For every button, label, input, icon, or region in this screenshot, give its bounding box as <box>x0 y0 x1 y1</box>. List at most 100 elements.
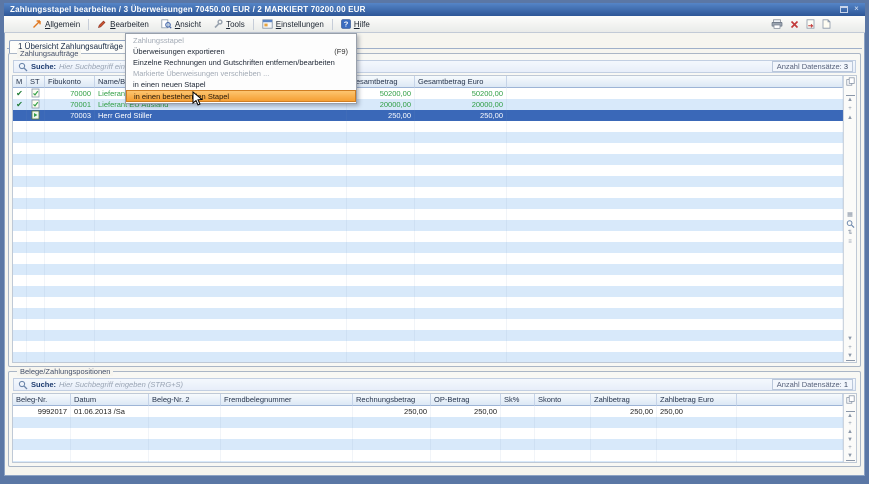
window-titlebar[interactable]: Zahlungsstapel bearbeiten / 3 Überweisun… <box>4 3 865 16</box>
cell-filler <box>507 264 843 275</box>
cell-datum <box>71 428 149 439</box>
menubar-item-tools[interactable]: Tools <box>207 18 251 30</box>
column-header-op_betrag[interactable]: OP-Betrag <box>431 394 501 406</box>
cell-gesamtbetrag <box>347 231 415 242</box>
cell-st <box>27 275 45 286</box>
column-header-datum[interactable]: Datum <box>71 394 149 406</box>
cell-name <box>95 330 347 341</box>
cell-filler <box>507 198 843 209</box>
menu-item[interactable]: in einen bestehenden Stapel <box>126 90 356 102</box>
cell-gesamtbetrag_euro <box>415 253 507 264</box>
cell-filler <box>737 428 843 439</box>
search-rows-icon[interactable] <box>846 219 855 228</box>
filter-rows-icon[interactable]: ≡ <box>846 237 855 246</box>
sort-rows-icon[interactable]: ⇅ <box>846 228 855 237</box>
column-header-rechnungsbetrag[interactable]: Rechnungsbetrag <box>353 394 431 406</box>
doc-play-icon <box>31 110 40 120</box>
search-input[interactable]: Suche: Hier Suchbegriff eingeben (STRG+S… <box>13 378 856 391</box>
scroll-bottom-icon[interactable]: ▼ <box>846 452 855 461</box>
cell-name <box>95 132 347 143</box>
cell-gesamtbetrag_euro <box>415 286 507 297</box>
table-row[interactable]: 999201701.06.2013 /Sa250,00250,00250,002… <box>13 406 843 417</box>
insert-row-icon[interactable]: + <box>846 420 855 428</box>
app-window: Zahlungsstapel bearbeiten / 3 Überweisun… <box>0 0 869 484</box>
scroll-top-icon[interactable]: ▲ <box>846 95 855 104</box>
cell-fremdbelegnummer <box>221 428 353 439</box>
move-down-icon[interactable]: ▼ <box>846 436 855 444</box>
strip-gap <box>846 404 855 411</box>
cell-fibukonto: 70003 <box>45 110 95 121</box>
menubar-item-label: Ansicht <box>175 20 201 29</box>
cell-gesamtbetrag_euro: 250,00 <box>415 110 507 121</box>
cell-name: Herr Gerd Stiller <box>95 110 347 121</box>
menubar: Allgemein Bearbeiten Ansicht Tools Einstellu… <box>4 16 865 33</box>
cell-st <box>27 330 45 341</box>
column-header-sk[interactable]: Sk% <box>501 394 535 406</box>
scroll-top-icon[interactable]: ▲ <box>846 411 855 420</box>
insert-row-icon[interactable]: + <box>846 104 855 113</box>
close-view-icon[interactable] <box>790 20 799 29</box>
cell-beleg_nr2 <box>149 428 221 439</box>
cell-name <box>95 297 347 308</box>
cell-name <box>95 187 347 198</box>
window-close-icon[interactable]: × <box>852 5 861 14</box>
export-doc-icon[interactable] <box>806 19 815 29</box>
cell-beleg_nr2 <box>149 439 221 450</box>
move-up-icon[interactable]: ▲ <box>846 428 855 436</box>
menubar-item-bearbeiten[interactable]: Bearbeiten <box>91 18 155 30</box>
cell-gesamtbetrag_euro <box>415 121 507 132</box>
menu-item[interactable]: Überweisungen exportieren(F9) <box>126 46 356 57</box>
move-up-icon[interactable]: ▲ <box>846 113 855 122</box>
column-header-zahlbetrag[interactable]: Zahlbetrag <box>591 394 657 406</box>
column-header-gesamtbetrag[interactable]: Gesamtbetrag <box>347 76 415 88</box>
cell-zahlbetrag_euro: 250,00 <box>657 406 737 417</box>
cell-m: ✔ <box>13 88 27 99</box>
new-doc-icon[interactable] <box>822 19 831 29</box>
copy-rows-icon[interactable] <box>846 77 855 86</box>
table-row-empty <box>13 121 843 132</box>
table-row[interactable]: 70003Herr Gerd Stiller250,00250,00 <box>13 110 843 121</box>
cell-fibukonto <box>45 231 95 242</box>
cell-gesamtbetrag <box>347 198 415 209</box>
column-header-fremdbelegnummer[interactable]: Fremdbelegnummer <box>221 394 353 406</box>
menu-item[interactable]: in einen neuen Stapel <box>126 79 356 90</box>
cell-datum <box>71 417 149 428</box>
menubar-item-allgemein[interactable]: Allgemein <box>26 18 86 30</box>
move-down-icon[interactable]: ▼ <box>846 334 855 343</box>
table-header-row: Beleg-Nr.DatumBeleg-Nr. 2Fremdbelegnumme… <box>13 394 843 406</box>
cell-fibukonto <box>45 154 95 165</box>
cell-gesamtbetrag <box>347 165 415 176</box>
column-header-gesamtbetrag_euro[interactable]: Gesamtbetrag Euro <box>415 76 507 88</box>
menubar-item-hilfe[interactable]: ?Hilfe <box>335 18 376 30</box>
cell-gesamtbetrag_euro <box>415 319 507 330</box>
append-row-icon[interactable]: + <box>846 444 855 452</box>
append-row-icon[interactable]: + <box>846 343 855 352</box>
cell-op_betrag <box>431 439 501 450</box>
cell-op_betrag <box>431 450 501 461</box>
column-header-zahlbetrag_euro[interactable]: Zahlbetrag Euro <box>657 394 737 406</box>
menubar-item-einstellungen[interactable]: Einstellungen <box>256 18 330 30</box>
column-header-beleg_nr2[interactable]: Beleg-Nr. 2 <box>149 394 221 406</box>
column-header <box>507 76 843 88</box>
column-header-st[interactable]: ST <box>27 76 45 88</box>
cell-st <box>27 165 45 176</box>
menu-item[interactable]: Einzelne Rechnungen und Gutschriften ent… <box>126 57 356 68</box>
cell-sk <box>501 439 535 450</box>
cell-gesamtbetrag <box>347 286 415 297</box>
cell-fremdbelegnummer <box>221 417 353 428</box>
restore-icon[interactable] <box>840 6 848 13</box>
cell-m <box>13 110 27 121</box>
cell-rechnungsbetrag: 250,00 <box>353 406 431 417</box>
column-header-m[interactable]: M <box>13 76 27 88</box>
cell-fibukonto <box>45 165 95 176</box>
cell-m <box>13 132 27 143</box>
cell-gesamtbetrag_euro <box>415 275 507 286</box>
scroll-bottom-icon[interactable]: ▼ <box>846 352 855 361</box>
menu-item-shortcut: (F9) <box>334 46 348 57</box>
column-header-skonto[interactable]: Skonto <box>535 394 591 406</box>
copy-rows-icon[interactable] <box>846 395 855 404</box>
column-header-beleg_nr[interactable]: Beleg-Nr. <box>13 394 71 406</box>
column-header-fibukonto[interactable]: Fibukonto <box>45 76 95 88</box>
print-icon[interactable] <box>771 19 783 29</box>
menubar-item-ansicht[interactable]: Ansicht <box>155 18 207 30</box>
